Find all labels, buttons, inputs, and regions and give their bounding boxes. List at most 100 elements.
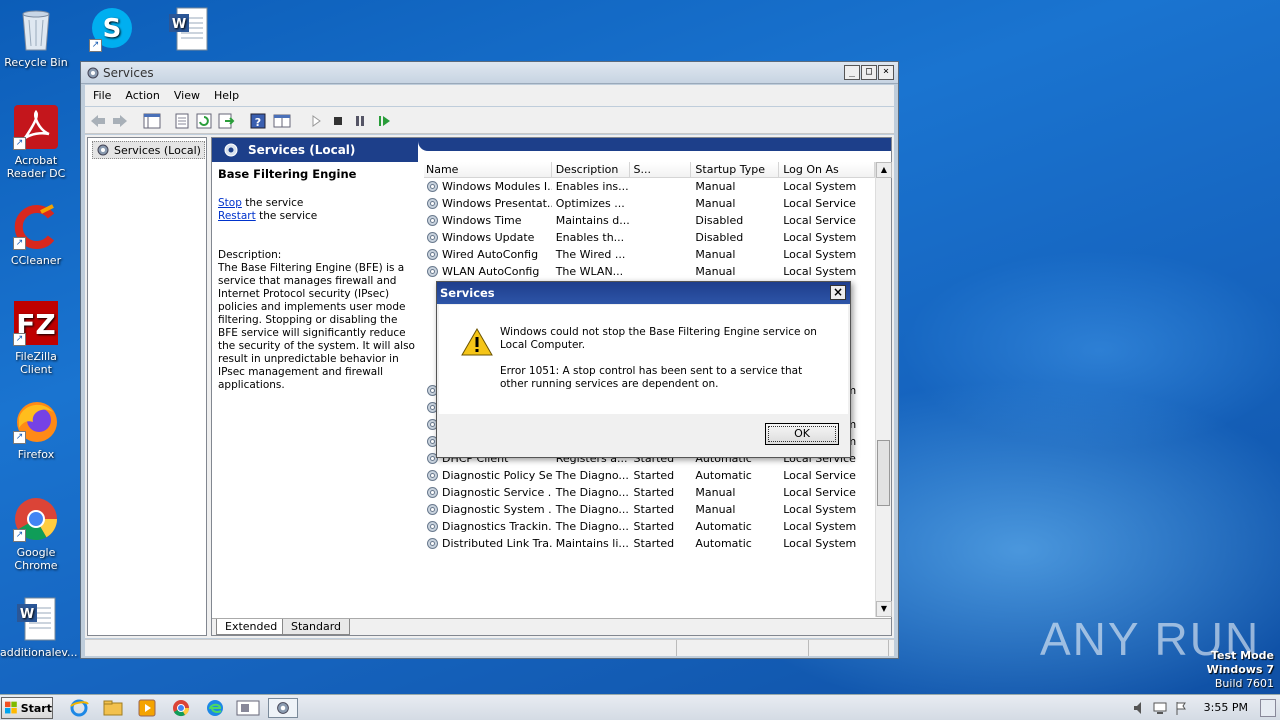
scroll-up-icon[interactable]: ▲	[876, 162, 892, 178]
column-name[interactable]: Name	[424, 162, 552, 177]
service-log-on-as: Local Service	[779, 469, 875, 482]
start-service-icon[interactable]	[307, 112, 325, 130]
maximize-button[interactable]: □	[861, 65, 877, 80]
service-description: Maintains li...	[552, 537, 630, 550]
service-name: Wired AutoConfig	[424, 248, 552, 261]
media-player-icon[interactable]	[136, 698, 158, 718]
stop-service-icon[interactable]	[329, 112, 347, 130]
vertical-scrollbar[interactable]: ▲ ▼	[875, 162, 892, 617]
service-name: Windows Update	[424, 231, 552, 244]
service-status-text: Started	[633, 469, 675, 482]
forward-arrow-icon[interactable]	[111, 112, 129, 130]
chrome-icon: ↗	[13, 496, 59, 542]
column-startup-type[interactable]: Startup Type	[691, 162, 780, 177]
internet-explorer-icon[interactable]	[68, 698, 90, 718]
export-list-icon[interactable]	[217, 112, 235, 130]
service-name-text: Windows Update	[442, 231, 535, 244]
scroll-thumb[interactable]	[877, 440, 890, 506]
service-gear-icon	[427, 470, 438, 481]
service-log-on-as: Local Service	[779, 486, 875, 499]
service-row[interactable]: WLAN AutoConfig The WLAN... Manual Local Sy…	[424, 263, 875, 280]
window-titlebar[interactable]: Services _ □ ×	[81, 62, 898, 84]
restart-link-suffix: the service	[255, 210, 318, 222]
menu-help[interactable]: Help	[214, 89, 239, 102]
watermark-line1: Test Mode	[1211, 649, 1274, 662]
scroll-down-icon[interactable]: ▼	[876, 601, 892, 617]
svg-text:S: S	[103, 14, 122, 44]
volume-icon[interactable]	[1132, 700, 1146, 716]
dialog-close-button[interactable]: ×	[830, 285, 846, 300]
menu-file[interactable]: File	[93, 89, 111, 102]
service-status: Started	[630, 520, 692, 533]
service-status: Started	[630, 469, 692, 482]
help-icon[interactable]: ?	[249, 112, 267, 130]
service-row[interactable]: Distributed Link Tra... Maintains li... St…	[424, 535, 875, 552]
dialog-titlebar[interactable]: Services ×	[437, 282, 850, 304]
edge-icon[interactable]	[204, 698, 226, 718]
desktop-icon-filezilla[interactable]: FZ ↗ FileZilla Client	[0, 300, 72, 376]
service-row[interactable]: Windows Time Maintains d... Disabled Local …	[424, 212, 875, 229]
tree-node-services-local[interactable]: Services (Local)	[92, 141, 205, 159]
action-center-flag-icon[interactable]	[1174, 700, 1188, 716]
back-arrow-icon[interactable]	[89, 112, 107, 130]
service-row[interactable]: Windows Presentat... Optimizes ... Manual L…	[424, 195, 875, 212]
service-description: The Diagno...	[552, 520, 630, 533]
desktop-icon-recycle-bin[interactable]: Recycle Bin	[0, 6, 72, 69]
desktop-icon-acrobat[interactable]: ↗ Acrobat Reader DC	[0, 104, 72, 180]
close-button[interactable]: ×	[878, 65, 894, 80]
service-row[interactable]: Diagnostic Policy Se... The Diagno... Star…	[424, 467, 875, 484]
service-gear-icon	[427, 538, 438, 549]
column-log-on-as[interactable]: Log On As	[779, 162, 875, 177]
service-row[interactable]: Wired AutoConfig The Wired ... Manual Local…	[424, 246, 875, 263]
service-name: Windows Presentat...	[424, 197, 552, 210]
console-tree: Services (Local)	[87, 137, 207, 636]
toolbar: ?	[85, 107, 894, 134]
chrome-icon[interactable]	[170, 698, 192, 718]
clock[interactable]: 3:55 PM	[1204, 701, 1248, 714]
console-tree-icon[interactable]	[143, 112, 161, 130]
warning-icon	[461, 327, 493, 356]
taskbar-app-window-icon[interactable]	[234, 698, 262, 718]
service-name-text: Windows Modules I...	[442, 180, 552, 193]
service-row[interactable]: Diagnostic Service ... The Diagno... Start…	[424, 484, 875, 501]
desktop-icon-firefox[interactable]: ↗ Firefox	[0, 398, 72, 461]
menu-action[interactable]: Action	[125, 89, 159, 102]
show-hide-pane-icon[interactable]	[273, 112, 291, 130]
desktop-icon-ccleaner[interactable]: ↗ CCleaner	[0, 204, 72, 267]
start-button[interactable]: Start	[1, 697, 53, 719]
desktop-icon-skype[interactable]: S ↗	[76, 6, 148, 56]
file-explorer-icon[interactable]	[102, 698, 124, 718]
service-row[interactable]: Windows Update Enables th... Disabled Local…	[424, 229, 875, 246]
desktop-icon-word-doc[interactable]: W	[152, 6, 224, 56]
properties-icon[interactable]	[173, 112, 191, 130]
refresh-icon[interactable]	[195, 112, 213, 130]
service-row[interactable]: Diagnostic System ... The Diagno... Starte…	[424, 501, 875, 518]
minimize-button[interactable]: _	[844, 65, 860, 80]
service-gear-icon	[427, 487, 438, 498]
desktop-icon-chrome[interactable]: ↗ Google Chrome	[0, 496, 72, 572]
network-icon[interactable]	[1152, 700, 1168, 716]
menu-view[interactable]: View	[174, 89, 200, 102]
column-description[interactable]: Description	[552, 162, 630, 177]
service-name-text: Diagnostic Policy Se...	[442, 469, 552, 482]
svg-text:W: W	[20, 607, 34, 622]
service-row[interactable]: Diagnostics Trackin... The Diagno... Start…	[424, 518, 875, 535]
restart-service-icon[interactable]	[375, 112, 393, 130]
pane-header-title: Services (Local)	[248, 143, 356, 157]
service-row[interactable]: Windows Modules I... Enables ins... Manual…	[424, 178, 875, 195]
service-startup-type-text: Automatic	[695, 537, 752, 550]
tree-node-label: Services (Local)	[114, 143, 201, 157]
tab-extended[interactable]: Extended	[216, 619, 287, 635]
service-name-text: Diagnostic System ...	[442, 503, 552, 516]
pause-service-icon[interactable]	[351, 112, 369, 130]
tab-standard[interactable]: Standard	[282, 619, 351, 635]
desktop-icon-additional-doc[interactable]: W additionalev...	[0, 596, 78, 659]
stop-service-link[interactable]: Stop	[218, 197, 242, 209]
ok-button[interactable]: OK	[765, 423, 839, 445]
desktop-icon-label: CCleaner	[10, 254, 62, 267]
taskbar-services-icon[interactable]	[268, 698, 298, 718]
restart-service-link[interactable]: Restart	[218, 210, 256, 222]
service-startup-type-text: Manual	[695, 265, 736, 278]
show-desktop-button[interactable]	[1260, 699, 1276, 717]
column-status[interactable]: S...	[630, 162, 692, 177]
